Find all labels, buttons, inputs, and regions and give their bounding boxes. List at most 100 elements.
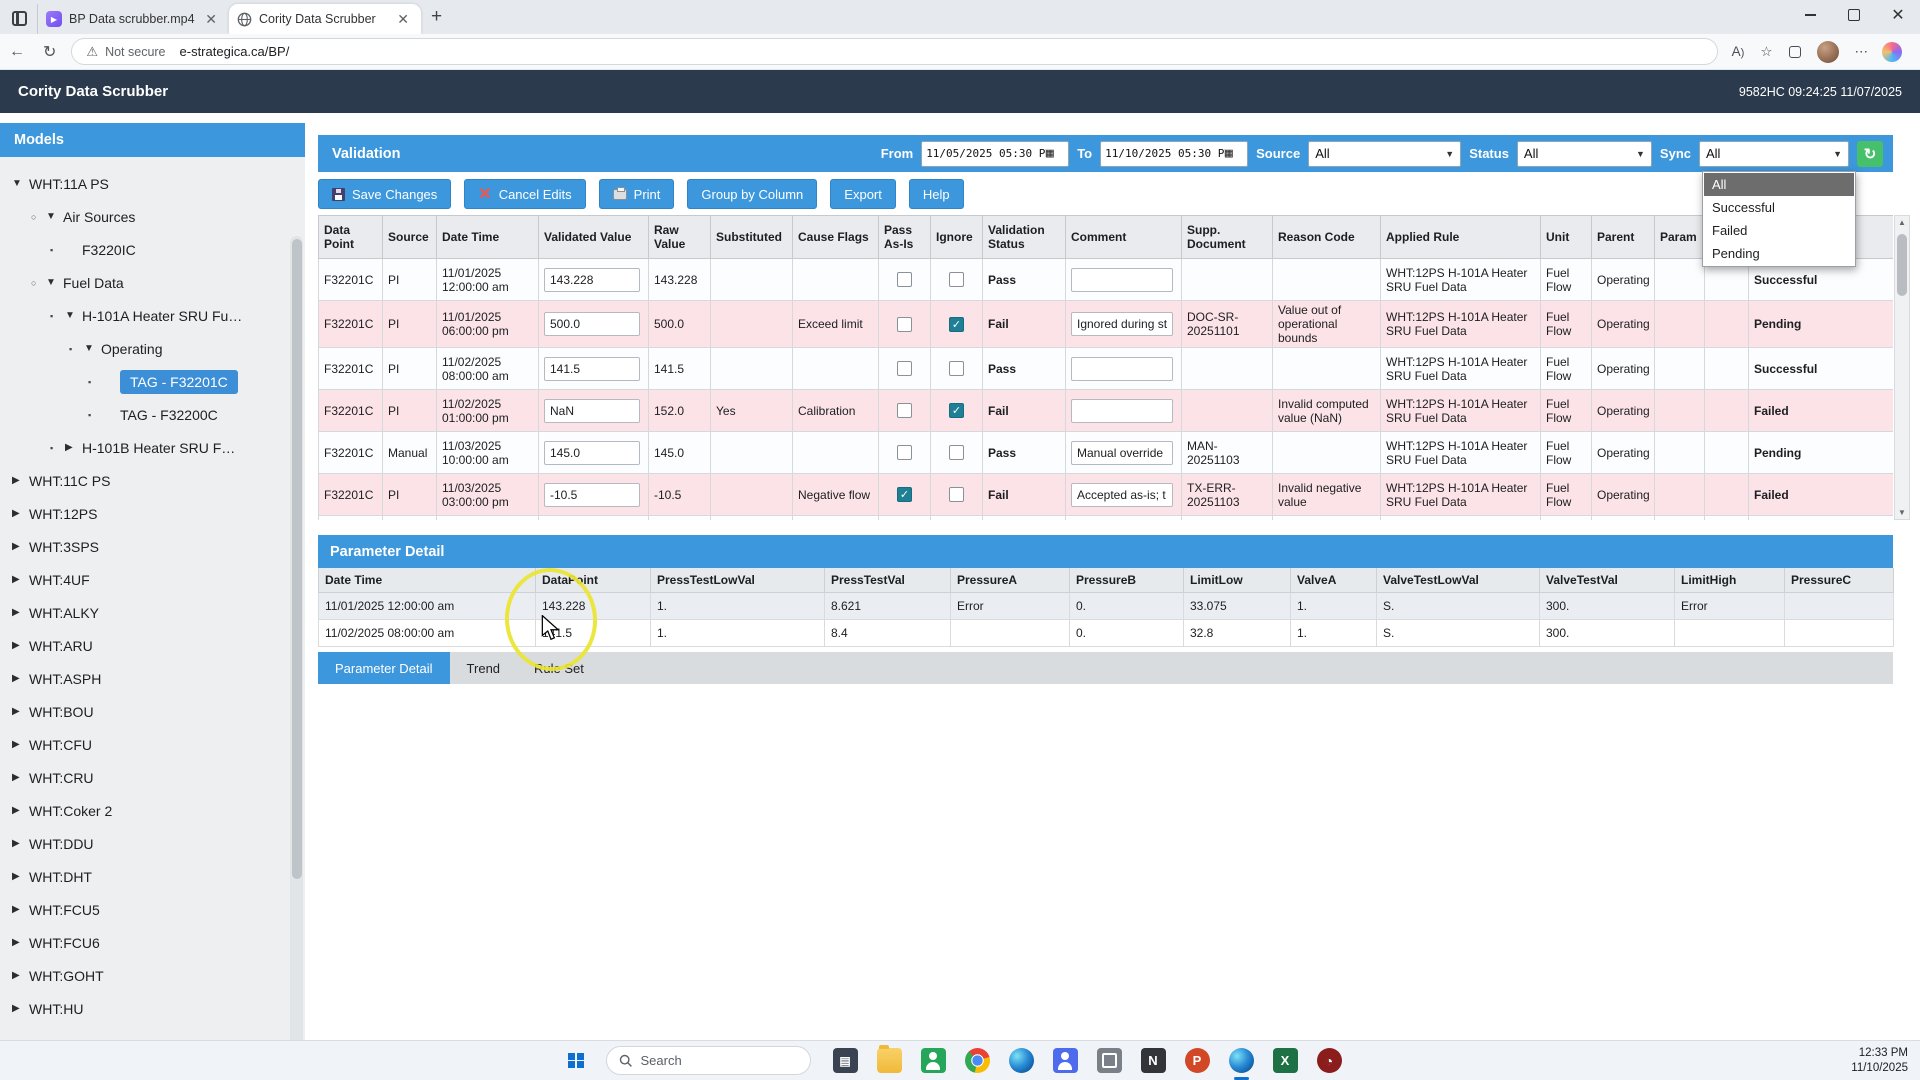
param-column-header[interactable]: PressureC xyxy=(1785,568,1894,592)
param-column-header[interactable]: ValveTestVal xyxy=(1540,568,1675,592)
chevron-right-icon[interactable]: ▶ xyxy=(12,772,29,783)
tree-item[interactable]: ▶WHT:GOHT xyxy=(0,959,305,992)
chevron-right-icon[interactable]: ▶ xyxy=(12,805,29,816)
settings-menu-icon[interactable]: ⋯ xyxy=(1855,44,1869,60)
tree-item[interactable]: ○▼Fuel Data xyxy=(0,266,305,299)
tree-item[interactable]: ▪TAG - F32200C xyxy=(0,398,305,431)
scroll-up-icon[interactable]: ▲ xyxy=(1895,218,1909,227)
taskbar-icon-edge-active[interactable] xyxy=(1229,1048,1254,1073)
help-button[interactable]: Help xyxy=(909,179,964,209)
comment-input[interactable]: Ignored during st xyxy=(1071,312,1173,336)
validated-value-input[interactable]: 500.0 xyxy=(544,312,640,336)
column-header[interactable]: Param xyxy=(1655,216,1705,259)
tree-item[interactable]: ▪▼Operating xyxy=(0,332,305,365)
scrollbar-thumb[interactable] xyxy=(292,239,302,879)
chevron-right-icon[interactable]: ▶ xyxy=(12,541,29,552)
column-header[interactable]: Substituted xyxy=(711,216,793,259)
column-header[interactable]: Applied Rule xyxy=(1381,216,1541,259)
tree-item[interactable]: ▶WHT:12PS xyxy=(0,497,305,530)
ignore-checkbox[interactable] xyxy=(949,361,964,376)
chevron-right-icon[interactable]: ▶ xyxy=(12,871,29,882)
maximize-button[interactable] xyxy=(1832,0,1876,30)
read-aloud-icon[interactable]: A) xyxy=(1732,44,1745,59)
column-header[interactable]: Date Time xyxy=(437,216,539,259)
column-header[interactable]: Comment xyxy=(1066,216,1182,259)
scroll-down-icon[interactable]: ▼ xyxy=(1895,508,1909,517)
chevron-right-icon[interactable]: ▶ xyxy=(12,904,29,915)
to-date-input[interactable]: 11/10/2025 05:30 PM ▦ xyxy=(1100,141,1248,167)
tree-item[interactable]: ▶WHT:DHT xyxy=(0,860,305,893)
param-column-header[interactable]: ValveTestLowVal xyxy=(1377,568,1540,592)
sidebar-scrollbar[interactable]: ▼ xyxy=(290,236,303,1080)
calendar-icon[interactable]: ▦ xyxy=(1225,146,1233,161)
chevron-right-icon[interactable]: ▶ xyxy=(12,739,29,750)
tree-item[interactable]: ▶WHT:CFU xyxy=(0,728,305,761)
tab-parameter-detail[interactable]: Parameter Detail xyxy=(318,652,450,684)
tree-item[interactable]: ▪▶H-101B Heater SRU F… xyxy=(0,431,305,464)
chevron-down-icon[interactable]: ▼ xyxy=(46,277,63,288)
tree-item[interactable]: ▪F3220IC xyxy=(0,233,305,266)
copilot-icon[interactable] xyxy=(1882,42,1902,62)
sync-option-all[interactable]: All xyxy=(1704,173,1854,196)
param-column-header[interactable]: LimitLow xyxy=(1184,568,1291,592)
tab-actions-icon[interactable] xyxy=(12,11,27,26)
chevron-right-icon[interactable]: ▶ xyxy=(12,574,29,585)
url-field[interactable]: ⚠ Not secure e-strategica.ca/BP/ xyxy=(71,38,1717,65)
column-header[interactable]: Reason Code xyxy=(1273,216,1381,259)
taskbar-icon-edge[interactable] xyxy=(1009,1048,1034,1073)
chevron-right-icon[interactable]: ▶ xyxy=(12,937,29,948)
ignore-checkbox[interactable]: ✓ xyxy=(949,403,964,418)
chevron-down-icon[interactable]: ▼ xyxy=(12,178,29,189)
tree-item[interactable]: ▶WHT:FCU5 xyxy=(0,893,305,926)
tree-item[interactable]: ▶WHT:4UF xyxy=(0,563,305,596)
tree-item[interactable]: ▼WHT:11A PS xyxy=(0,167,305,200)
taskbar-icon-folder[interactable] xyxy=(877,1048,902,1073)
taskbar-icon-onenote[interactable]: N xyxy=(1141,1048,1166,1073)
taskbar-icon-chrome[interactable] xyxy=(965,1048,990,1073)
chevron-down-icon[interactable]: ▼ xyxy=(46,211,63,222)
taskbar-icon-taskview[interactable]: ▤ xyxy=(833,1048,858,1073)
tab-close-icon[interactable]: ✕ xyxy=(393,11,413,28)
taskbar-icon-utility[interactable] xyxy=(1097,1048,1122,1073)
comment-input[interactable] xyxy=(1071,357,1173,381)
tree-item[interactable]: ▶WHT:Coker 2 xyxy=(0,794,305,827)
sync-option-failed[interactable]: Failed xyxy=(1704,219,1854,242)
tab-bp-data-scrubber[interactable]: ▶ BP Data scrubber.mp4 ✕ xyxy=(37,4,229,34)
chevron-right-icon[interactable]: ▶ xyxy=(12,970,29,981)
chevron-down-icon[interactable]: ▼ xyxy=(84,343,101,354)
chevron-right-icon[interactable]: ▶ xyxy=(12,475,29,486)
chevron-right-icon[interactable]: ▶ xyxy=(65,442,82,453)
tree-item[interactable]: ▪TAG - F32201C xyxy=(0,365,305,398)
chevron-right-icon[interactable]: ▶ xyxy=(12,673,29,684)
pass-as-is-checkbox[interactable] xyxy=(897,403,912,418)
pass-as-is-checkbox[interactable] xyxy=(897,361,912,376)
chevron-right-icon[interactable]: ▶ xyxy=(12,508,29,519)
ignore-checkbox[interactable] xyxy=(949,487,964,502)
pass-as-is-checkbox[interactable] xyxy=(897,317,912,332)
tree-item[interactable]: ▶WHT:ASPH xyxy=(0,662,305,695)
validated-value-input[interactable]: 145.0 xyxy=(544,441,640,465)
table-scrollbar[interactable]: ▲ ▼ xyxy=(1894,215,1910,520)
comment-input[interactable] xyxy=(1071,399,1173,423)
back-icon[interactable]: ← xyxy=(9,43,25,61)
tree-item[interactable]: ▶WHT:FCU6 xyxy=(0,926,305,959)
validated-value-input[interactable]: 141.5 xyxy=(544,357,640,381)
tree-item[interactable]: ▶WHT:11C PS xyxy=(0,464,305,497)
column-header[interactable]: Unit xyxy=(1541,216,1592,259)
status-select[interactable]: All ▼ xyxy=(1517,141,1652,167)
comment-input[interactable]: Accepted as-is; t xyxy=(1071,483,1173,507)
param-column-header[interactable]: Date Time xyxy=(319,568,536,592)
column-header[interactable]: Raw Value xyxy=(649,216,711,259)
ignore-checkbox[interactable] xyxy=(949,272,964,287)
taskbar-icon-contacts[interactable] xyxy=(921,1048,946,1073)
tree-item[interactable]: ▶WHT:ARU xyxy=(0,629,305,662)
ignore-checkbox[interactable] xyxy=(949,445,964,460)
column-header[interactable]: Pass As-Is xyxy=(879,216,931,259)
column-header[interactable]: Ignore xyxy=(931,216,983,259)
column-header[interactable]: Data Point xyxy=(319,216,383,259)
tab-trend[interactable]: Trend xyxy=(450,652,517,684)
source-select[interactable]: All ▼ xyxy=(1308,141,1461,167)
group-by-column-button[interactable]: Group by Column xyxy=(687,179,817,209)
comment-input[interactable] xyxy=(1071,268,1173,292)
taskbar-icon-alarm[interactable]: ◔ xyxy=(1317,1048,1342,1073)
